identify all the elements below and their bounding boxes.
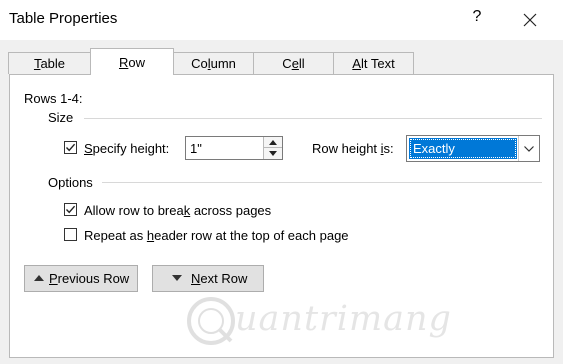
tab-alt-text[interactable]: Alt Text (333, 52, 414, 74)
size-group-divider (84, 118, 542, 119)
triangle-down-icon (172, 275, 182, 281)
tab-cell[interactable]: Cell (253, 52, 334, 74)
rows-label: Rows 1-4: (24, 91, 83, 106)
row-height-mode-value: Exactly (409, 138, 517, 159)
help-button[interactable]: ? (468, 8, 486, 26)
previous-row-label: Previous Row (49, 271, 130, 286)
chevron-down-icon (524, 146, 534, 152)
watermark: uantrimang (185, 295, 451, 350)
spin-up-button[interactable] (264, 137, 282, 148)
spin-up-arrow-icon (269, 140, 277, 145)
specify-height-label: Specify height: (84, 141, 170, 156)
watermark-text: uantrimang (235, 299, 452, 339)
spin-down-button[interactable] (264, 148, 282, 159)
dropdown-button[interactable] (518, 136, 539, 161)
options-group-label: Options (48, 175, 93, 190)
tab-row[interactable]: Row (90, 48, 174, 75)
tab-column[interactable]: Column (173, 52, 254, 74)
row-height-is-label: Row height is: (312, 141, 394, 156)
specify-height-checkbox[interactable] (64, 141, 77, 154)
watermark-logo-icon (187, 297, 235, 345)
triangle-up-icon (34, 275, 44, 281)
height-spinbox (185, 136, 283, 160)
spin-buttons (263, 137, 282, 159)
next-row-button[interactable]: Next Row (152, 265, 264, 292)
checkmark-icon (65, 143, 76, 152)
row-height-mode-select[interactable]: Exactly (406, 135, 540, 162)
next-row-label: Next Row (191, 271, 248, 286)
allow-break-label: Allow row to break across pages (84, 203, 272, 218)
options-group-divider (102, 182, 542, 183)
spin-down-arrow-icon (269, 151, 277, 156)
allow-break-checkbox[interactable] (64, 203, 77, 216)
previous-row-button[interactable]: Previous Row (24, 265, 138, 292)
title-bar: Table Properties ? (0, 0, 563, 40)
repeat-header-checkbox[interactable] (64, 228, 77, 241)
window-title: Table Properties (9, 10, 118, 27)
checkmark-icon (65, 205, 76, 214)
close-icon (523, 13, 537, 27)
close-button[interactable] (510, 6, 550, 34)
height-input[interactable] (187, 138, 265, 158)
tab-table[interactable]: Table (8, 52, 91, 74)
size-group-label: Size (48, 110, 74, 125)
repeat-header-label: Repeat as header row at the top of each … (84, 228, 349, 243)
